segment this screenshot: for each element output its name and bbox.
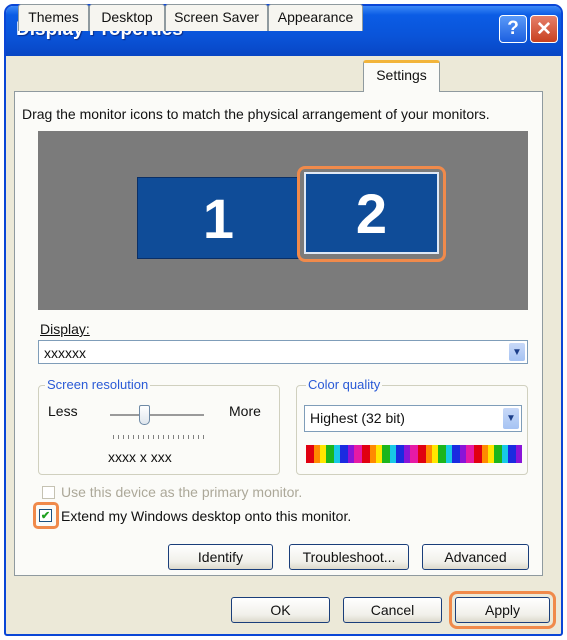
primary-monitor-checkbox[interactable]: [42, 486, 55, 499]
tab-appearance[interactable]: Appearance: [268, 4, 363, 31]
tab-settings[interactable]: Settings: [363, 60, 440, 92]
tab-screen-saver[interactable]: Screen Saver: [165, 4, 268, 31]
resolution-less-label: Less: [48, 403, 78, 419]
resolution-slider-thumb[interactable]: [139, 405, 150, 425]
display-label-text: Display:: [40, 321, 90, 337]
color-quality-title: Color quality: [306, 377, 383, 392]
instruction-text: Drag the monitor icons to match the phys…: [22, 106, 490, 122]
display-select-value: xxxxxx: [44, 345, 86, 361]
extend-desktop-checkbox[interactable]: ✔: [39, 509, 52, 522]
tab-desktop[interactable]: Desktop: [89, 4, 165, 31]
troubleshoot-button[interactable]: Troubleshoot...: [289, 544, 409, 570]
advanced-button[interactable]: Advanced: [422, 544, 529, 570]
identify-button[interactable]: Identify: [168, 544, 273, 570]
tab-themes[interactable]: Themes: [18, 4, 89, 31]
cancel-button[interactable]: Cancel: [343, 597, 442, 623]
extend-desktop-label: Extend my Windows desktop onto this moni…: [61, 508, 352, 524]
chevron-down-icon[interactable]: ▼: [509, 343, 525, 361]
chevron-down-icon[interactable]: ▼: [503, 408, 519, 429]
apply-button[interactable]: Apply: [455, 597, 550, 623]
display-label: Display:: [40, 321, 90, 337]
screen-resolution-title: Screen resolution: [45, 377, 151, 392]
ok-button[interactable]: OK: [231, 597, 330, 623]
color-quality-select[interactable]: Highest (32 bit) ▼: [304, 405, 522, 432]
primary-monitor-label: Use this device as the primary monitor.: [61, 484, 303, 500]
color-spectrum-bar: [306, 445, 522, 463]
help-button[interactable]: ?: [499, 15, 527, 43]
resolution-more-label: More: [229, 403, 261, 419]
display-select[interactable]: xxxxxx ▼: [38, 340, 528, 364]
monitor-2-icon[interactable]: 2: [304, 172, 439, 254]
resolution-slider-ticks: [113, 435, 205, 439]
resolution-value: xxxx x xxx: [108, 449, 172, 465]
color-quality-value: Highest (32 bit): [310, 410, 405, 426]
close-button[interactable]: ✕: [530, 15, 558, 43]
resolution-slider-track[interactable]: [110, 414, 204, 416]
monitor-1-icon[interactable]: 1: [137, 177, 300, 259]
